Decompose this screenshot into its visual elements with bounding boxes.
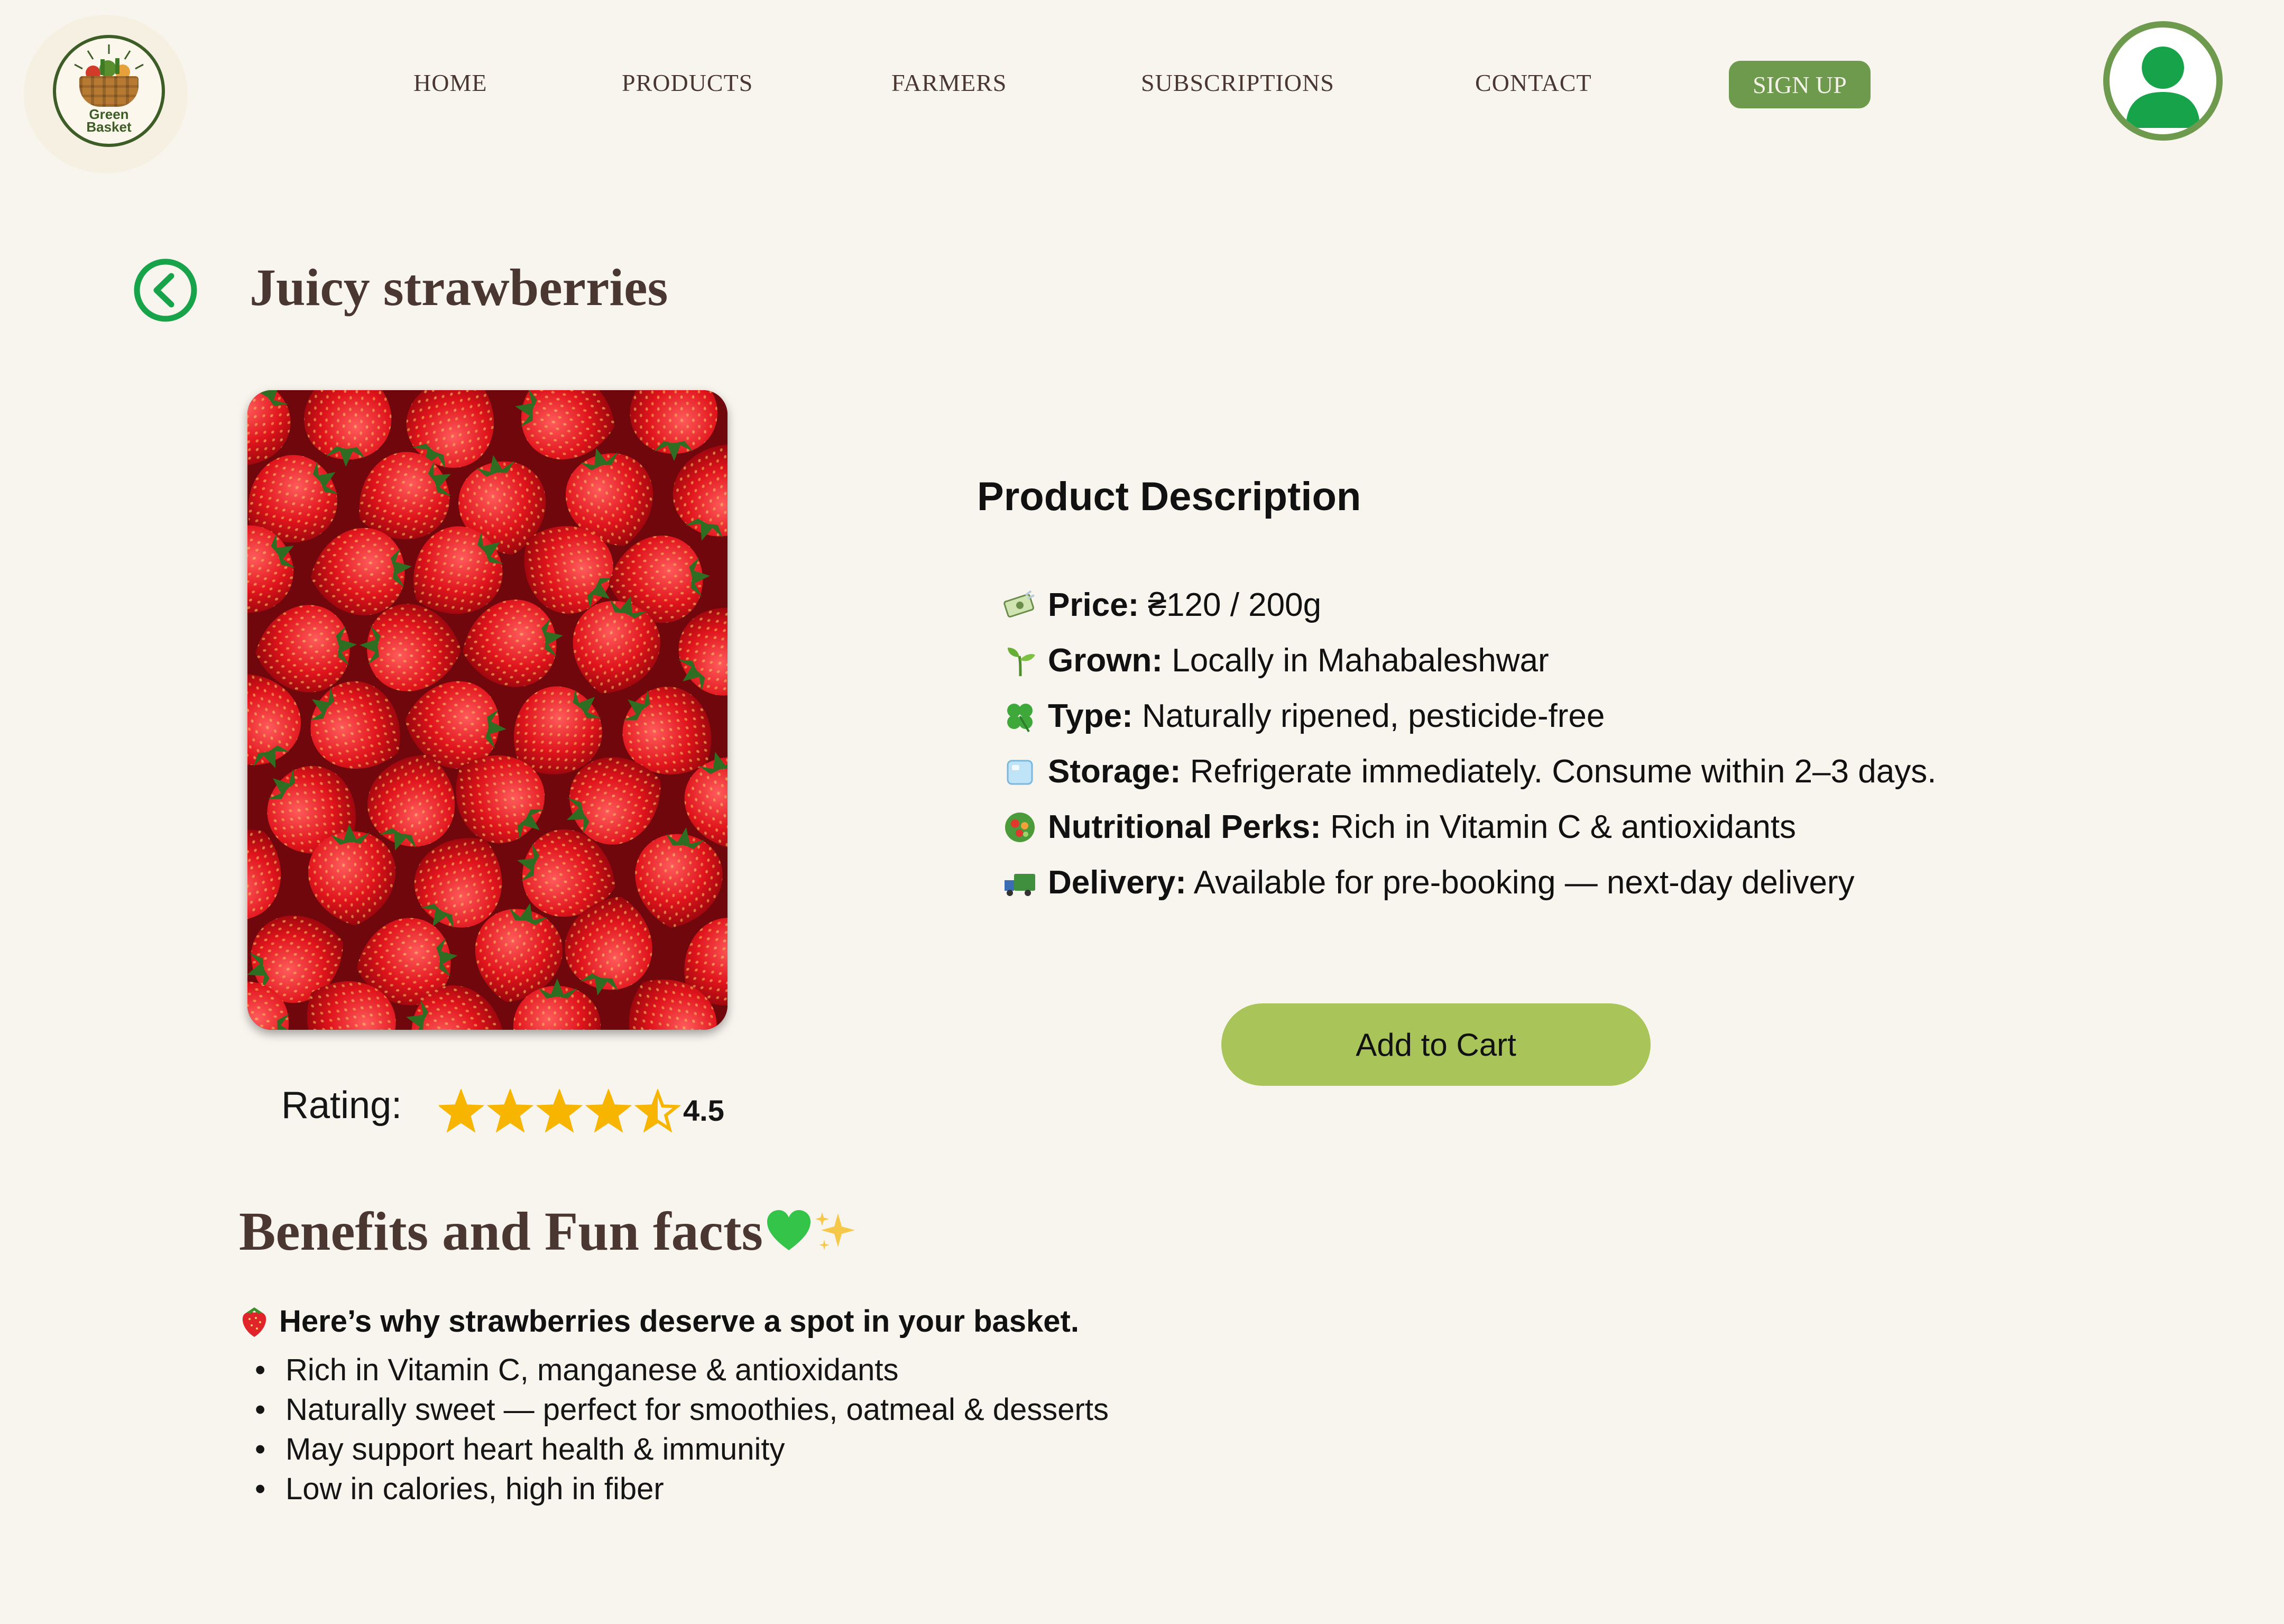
signup-button[interactable]: SIGN UP: [1729, 61, 1871, 108]
star-icon: [585, 1089, 632, 1133]
nutrition-value: Rich in Vitamin C & antioxidants: [1321, 809, 1797, 845]
type-value: Naturally ripened, pesticide-free: [1132, 698, 1605, 734]
desc-row-delivery: Delivery: Available for pre-booking — ne…: [1002, 855, 2218, 910]
list-item: Rich in Vitamin C, manganese & antioxida…: [255, 1352, 1418, 1392]
salad-icon: [1005, 812, 1035, 842]
desc-row-nutrition: Nutritional Perks: Rich in Vitamin C & a…: [1002, 799, 2218, 855]
nav-subscriptions[interactable]: SUBSCRIPTIONS: [1141, 69, 1334, 97]
list-item: Low in calories, high in fiber: [255, 1471, 1418, 1511]
star-icon: [536, 1089, 583, 1133]
description-list: Price: ₴120 / 200g Grown: Locally in Mah…: [1002, 577, 2218, 910]
green-heart-icon: [767, 1210, 811, 1250]
delivery-label: Delivery:: [1048, 864, 1186, 901]
nav-products[interactable]: PRODUCTS: [622, 69, 753, 97]
benefits-heading: Benefits and Fun facts: [239, 1200, 860, 1263]
rating-stars: [439, 1089, 681, 1133]
desc-row-storage: Storage: Refrigerate immediately. Consum…: [1002, 744, 2218, 799]
sparkles-icon: [815, 1212, 855, 1250]
star-icon: [439, 1089, 485, 1133]
nav-farmers[interactable]: FARMERS: [891, 69, 1007, 97]
price-value: ₴120 / 200g: [1139, 587, 1322, 623]
back-arrow-icon[interactable]: [133, 258, 198, 322]
storage-value: Refrigerate immediately. Consume within …: [1181, 753, 1937, 790]
money-icon: [1003, 589, 1035, 617]
benefits-heading-text: Benefits and Fun facts: [239, 1201, 763, 1262]
price-label: Price:: [1048, 587, 1139, 623]
desc-row-type: Type: Naturally ripened, pesticide-free: [1002, 688, 2218, 744]
desc-row-price: Price: ₴120 / 200g: [1002, 577, 2218, 633]
benefits-intro: Here’s why strawberries deserve a spot i…: [239, 1304, 1079, 1339]
description-heading: Product Description: [977, 474, 1361, 519]
seedling-icon: [1008, 647, 1035, 676]
benefits-intro-text: Here’s why strawberries deserve a spot i…: [279, 1304, 1079, 1339]
grown-value: Locally in Mahabaleshwar: [1162, 642, 1549, 679]
brand-name-line2: Basket: [86, 119, 132, 135]
rating-value: 4.5: [683, 1094, 724, 1127]
truck-icon: [1005, 873, 1035, 896]
storage-label: Storage:: [1048, 753, 1181, 790]
brand-logo[interactable]: Green Basket: [24, 15, 188, 173]
nav-home[interactable]: HOME: [413, 69, 487, 97]
list-item: Naturally sweet — perfect for smoothies,…: [255, 1392, 1418, 1432]
add-to-cart-button[interactable]: Add to Cart: [1221, 1003, 1651, 1086]
strawberries-photo: [247, 390, 727, 1030]
type-label: Type:: [1048, 698, 1133, 734]
product-title: Juicy strawberries: [250, 258, 668, 317]
delivery-value: Available for pre-booking — next-day del…: [1186, 864, 1855, 901]
rating-label: Rating:: [281, 1084, 402, 1127]
star-icon: [486, 1089, 534, 1133]
benefits-list: Rich in Vitamin C, manganese & antioxida…: [255, 1352, 1418, 1511]
grown-label: Grown:: [1048, 642, 1163, 679]
user-icon: [2126, 47, 2200, 128]
list-item: May support heart health & immunity: [255, 1432, 1418, 1471]
nav-contact[interactable]: CONTACT: [1475, 69, 1592, 97]
strawberry-icon: [242, 1307, 266, 1337]
product-image: [247, 390, 727, 1030]
desc-row-grown: Grown: Locally in Mahabaleshwar: [1002, 633, 2218, 688]
ice-icon: [1007, 760, 1033, 785]
nutrition-label: Nutritional Perks:: [1048, 809, 1321, 845]
profile-avatar-button[interactable]: [2103, 21, 2223, 141]
clover-icon: [1007, 703, 1033, 732]
